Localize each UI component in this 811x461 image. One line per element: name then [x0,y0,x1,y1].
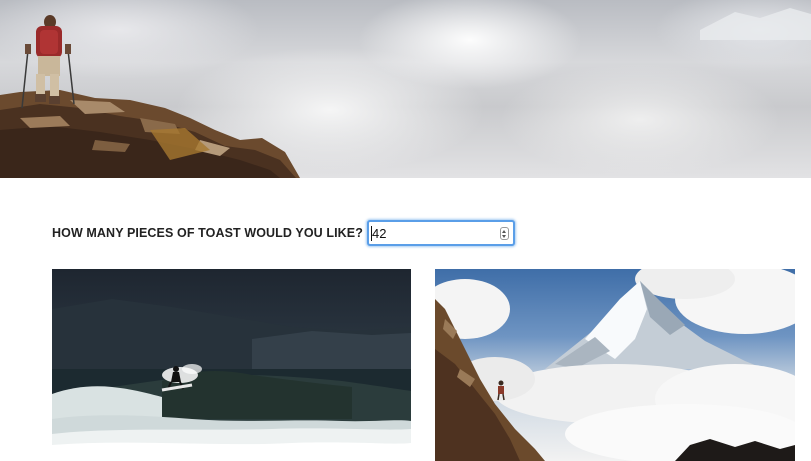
mountain-illustration [435,269,795,461]
toast-count-value: 42 [371,226,387,241]
number-spinner[interactable] [499,227,509,240]
hero-illustration [0,8,811,178]
toast-question-row: HOW MANY PIECES OF TOAST WOULD YOU LIKE?… [52,218,515,248]
spinner-up-icon[interactable] [502,229,507,233]
toast-question-label: HOW MANY PIECES OF TOAST WOULD YOU LIKE? [52,226,363,240]
mountain-photo [435,269,795,461]
surfer-illustration [52,299,411,461]
spinner-down-icon[interactable] [502,234,507,238]
surfer-photo [52,269,411,461]
toast-count-input[interactable]: 42 [366,220,515,246]
hero-banner-image [0,0,811,178]
page: HOW MANY PIECES OF TOAST WOULD YOU LIKE?… [0,0,811,461]
